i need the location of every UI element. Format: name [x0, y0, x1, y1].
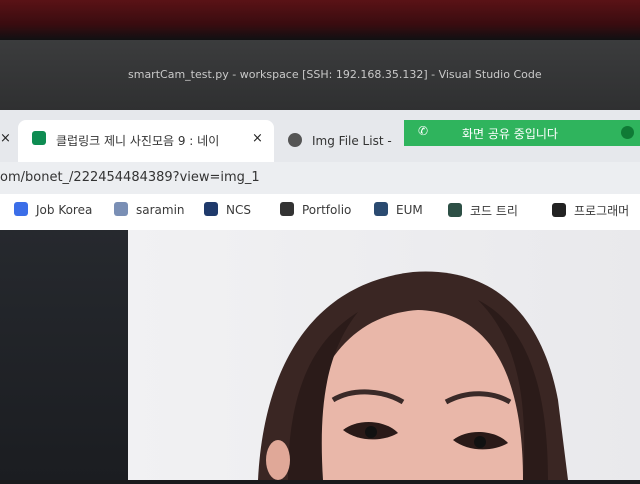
check-icon [621, 126, 634, 139]
saramin-icon [114, 202, 128, 216]
bookmark-programmers[interactable]: 프로그래머 [552, 202, 629, 219]
photo-viewer [128, 230, 640, 480]
bookmark-jobkorea[interactable]: Job Korea [14, 202, 92, 217]
phone-icon: ✆ [418, 124, 429, 138]
programmers-icon [552, 203, 566, 217]
portrait-photo [258, 271, 568, 480]
tab-active-title: 클럽링크 제니 사진모음 9 : 네이 [56, 134, 220, 148]
window-title: smartCam_test.py - workspace [SSH: 192.1… [128, 68, 542, 81]
eum-icon [374, 202, 388, 216]
naver-blog-icon [32, 131, 46, 145]
tab-img-file-list[interactable]: Img File List - [312, 134, 392, 148]
screen-share-text: 화면 공유 중입니다 [462, 127, 558, 141]
globe-icon [288, 133, 302, 147]
bookmarks-bar: Job Korea saramin NCS Portfolio EUM 코드 트… [0, 194, 640, 231]
bookmark-portfolio[interactable]: Portfolio [280, 202, 351, 217]
bookmark-codetree[interactable]: 코드 트리 [448, 202, 518, 219]
codetree-icon [448, 203, 462, 217]
url-text[interactable]: om/bonet_/222454484389?view=img_1 [0, 170, 260, 185]
notion-icon [280, 202, 294, 216]
monitor-bezel [0, 0, 640, 40]
address-bar[interactable]: om/bonet_/222454484389?view=img_1 [0, 162, 640, 194]
screen-share-banner: ✆ 화면 공유 중입니다 [404, 120, 640, 146]
prev-tab-close-icon[interactable]: × [0, 131, 11, 146]
dark-side-panel [0, 230, 128, 480]
bookmark-saramin[interactable]: saramin [114, 202, 185, 217]
vscode-title-bar: smartCam_test.py - workspace [SSH: 192.1… [0, 40, 640, 110]
bookmark-ncs[interactable]: NCS [204, 202, 251, 217]
jobkorea-icon [14, 202, 28, 216]
bookmark-eum[interactable]: EUM [374, 202, 423, 217]
tab-close-icon[interactable]: × [252, 131, 263, 146]
ncs-icon [204, 202, 218, 216]
